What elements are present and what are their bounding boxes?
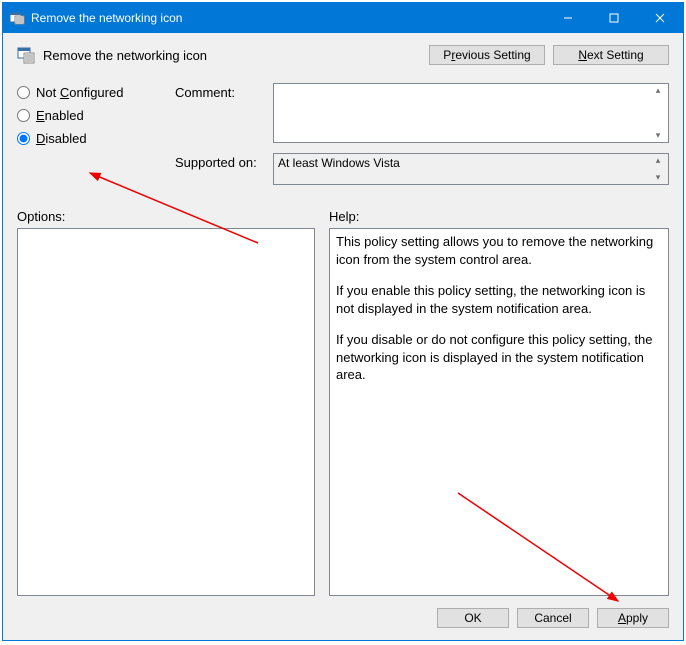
app-icon bbox=[9, 10, 25, 26]
options-panel bbox=[17, 228, 315, 596]
radio-enabled-input[interactable] bbox=[17, 109, 30, 122]
help-text-3: If you disable or do not configure this … bbox=[336, 331, 662, 384]
supported-field: At least Windows Vista ▴▾ bbox=[273, 153, 669, 185]
options-label: Options: bbox=[17, 209, 329, 224]
radio-enabled-label: Enabled bbox=[36, 108, 84, 123]
radio-disabled-label: Disabled bbox=[36, 131, 87, 146]
help-text-2: If you enable this policy setting, the n… bbox=[336, 282, 662, 317]
radio-enabled[interactable]: Enabled bbox=[17, 108, 175, 123]
help-label: Help: bbox=[329, 209, 359, 224]
radio-disabled[interactable]: Disabled bbox=[17, 131, 175, 146]
apply-button[interactable]: Apply bbox=[597, 608, 669, 628]
minimize-button[interactable] bbox=[545, 3, 591, 33]
supported-scroll[interactable]: ▴▾ bbox=[650, 156, 666, 182]
maximize-button[interactable] bbox=[591, 3, 637, 33]
previous-setting-button[interactable]: Previous Setting bbox=[429, 45, 545, 65]
radio-not-configured-input[interactable] bbox=[17, 86, 30, 99]
supported-label: Supported on: bbox=[175, 153, 273, 185]
cancel-button[interactable]: Cancel bbox=[517, 608, 589, 628]
help-panel: This policy setting allows you to remove… bbox=[329, 228, 669, 596]
radio-not-configured[interactable]: Not Configured bbox=[17, 85, 175, 100]
comment-label: Comment: bbox=[175, 83, 273, 143]
next-setting-button[interactable]: Next Setting bbox=[553, 45, 669, 65]
policy-icon bbox=[17, 46, 35, 64]
supported-value: At least Windows Vista bbox=[278, 156, 400, 170]
window-title: Remove the networking icon bbox=[31, 11, 545, 25]
comment-scroll[interactable]: ▴▾ bbox=[650, 86, 666, 140]
policy-dialog-window: Remove the networking icon bbox=[2, 2, 684, 641]
titlebar: Remove the networking icon bbox=[3, 3, 683, 33]
radio-disabled-input[interactable] bbox=[17, 132, 30, 145]
policy-name: Remove the networking icon bbox=[43, 48, 207, 63]
help-text-1: This policy setting allows you to remove… bbox=[336, 233, 662, 268]
client-area: Remove the networking icon Previous Sett… bbox=[3, 33, 683, 640]
radio-not-configured-label: Not Configured bbox=[36, 85, 123, 100]
ok-button[interactable]: OK bbox=[437, 608, 509, 628]
close-button[interactable] bbox=[637, 3, 683, 33]
comment-field[interactable]: ▴▾ bbox=[273, 83, 669, 143]
